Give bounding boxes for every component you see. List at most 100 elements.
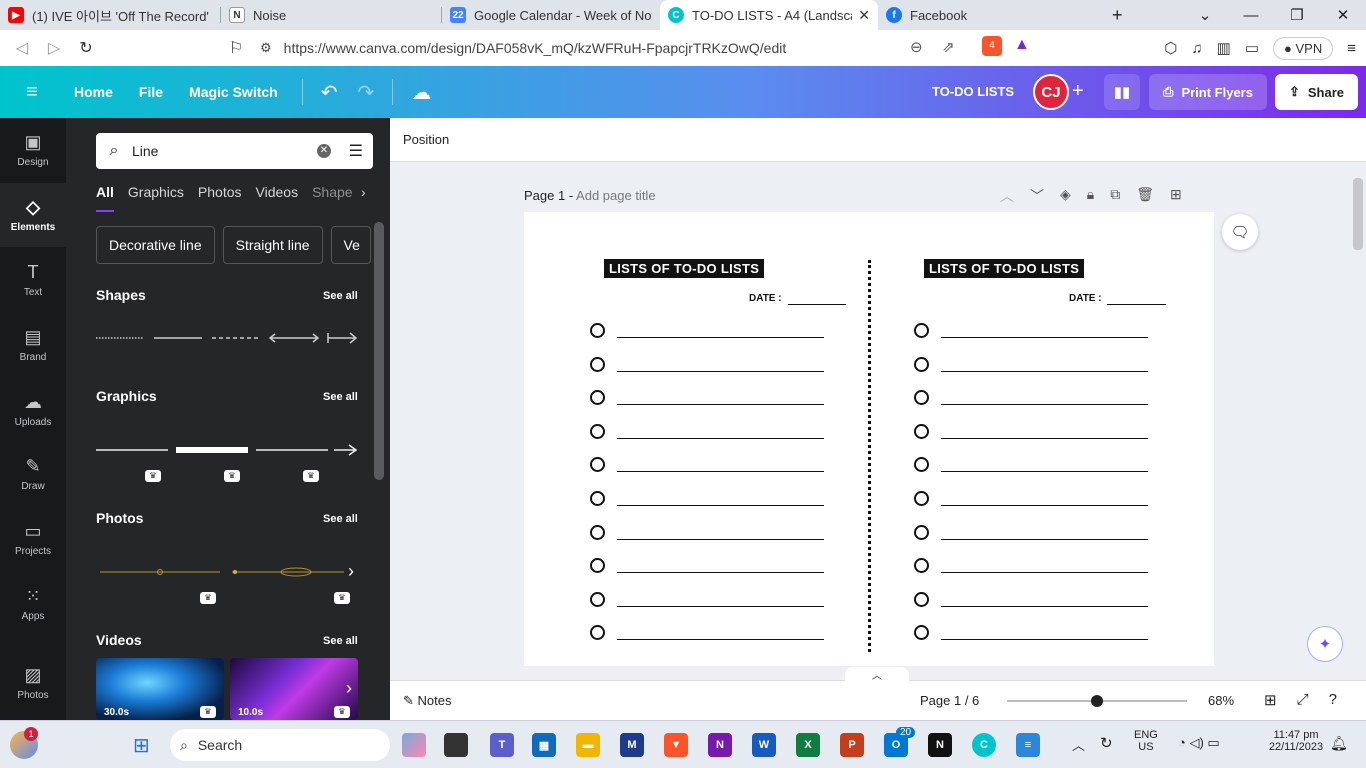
zoom-slider[interactable] <box>1007 695 1187 707</box>
forward-icon[interactable]: ▷ <box>38 38 70 58</box>
date-line-left[interactable] <box>788 304 846 305</box>
shapes-see-all[interactable]: See all <box>323 290 358 302</box>
checkbox-circle[interactable] <box>914 356 929 372</box>
notes-button[interactable]: ✎ Notes <box>403 693 452 709</box>
tab-canva-todo[interactable]: C TO-DO LISTS - A4 (Landscape ✕ <box>660 0 878 30</box>
site-info-icon[interactable]: ⚙ <box>260 40 272 56</box>
checkbox-circle[interactable] <box>590 558 605 574</box>
tab-videos[interactable]: Videos <box>256 184 299 214</box>
brave-shield-icon[interactable]: 4 <box>982 36 1002 56</box>
media-icon[interactable]: ♫ <box>1191 40 1202 57</box>
task-view-icon[interactable] <box>444 733 468 757</box>
ornamental-line-photo-1[interactable] <box>100 569 220 575</box>
graphic-arrow-line[interactable] <box>334 444 358 456</box>
date-label-left[interactable]: DATE : <box>749 293 782 304</box>
checkbox-circle[interactable] <box>914 457 929 473</box>
task-line[interactable] <box>617 337 824 338</box>
task-line[interactable] <box>617 471 824 473</box>
hide-page-icon[interactable]: ◈ <box>1060 186 1071 206</box>
language-indicator[interactable]: ENG US <box>1134 729 1158 753</box>
canva-taskbar-icon[interactable]: C <box>972 733 996 757</box>
list-heading-left[interactable]: LISTS OF TO-DO LISTS <box>604 259 765 278</box>
move-page-up-icon[interactable]: ︿ <box>1000 186 1014 206</box>
search-input[interactable]: Line <box>132 143 158 159</box>
checkbox-circle[interactable] <box>590 591 605 607</box>
task-line[interactable] <box>941 639 1148 641</box>
sync-icon[interactable]: ↻ <box>1100 734 1113 752</box>
page-count[interactable]: Page 1 / 6 <box>920 693 979 708</box>
elements-search[interactable]: ⌕ Line ✕ ☰ <box>96 133 373 169</box>
wallet-icon[interactable]: ▭ <box>1245 39 1259 57</box>
double-arrow-line-shape[interactable] <box>268 333 320 343</box>
restore-icon[interactable]: ❐ <box>1274 6 1320 24</box>
arrow-line-shape[interactable] <box>327 332 358 344</box>
help-icon[interactable]: ? <box>1329 691 1337 709</box>
onenote-icon[interactable]: N <box>708 733 732 757</box>
delete-page-icon[interactable]: 🗑︎ <box>1136 186 1154 206</box>
excel-icon[interactable]: X <box>796 733 820 757</box>
rail-photos[interactable]: ▨ Photos <box>0 651 66 715</box>
chip-decorative-line[interactable]: Decorative line <box>96 226 215 264</box>
zoom-slider-knob[interactable] <box>1091 695 1103 707</box>
chip-straight-line[interactable]: Straight line <box>222 226 323 264</box>
menu-icon[interactable]: ≡ <box>1347 40 1356 57</box>
task-line[interactable] <box>941 370 1148 372</box>
video-thumbnail-1[interactable]: 30.0s ♛ <box>96 658 224 720</box>
task-line[interactable] <box>941 437 1148 439</box>
checkbox-circle[interactable] <box>590 491 605 506</box>
bookmark-icon[interactable]: ⚐ <box>220 38 252 58</box>
extensions-icon[interactable]: ⬡ <box>1164 39 1177 57</box>
tab-photos[interactable]: Photos <box>198 184 242 214</box>
notification-bell-icon[interactable]: 🔔︎ <box>1330 735 1348 752</box>
photos-next-icon[interactable]: › <box>348 561 354 582</box>
magic-assistant-button[interactable]: ✦ <box>1307 626 1343 662</box>
list-heading-right[interactable]: LISTS OF TO-DO LISTS <box>924 259 1085 278</box>
rail-uploads[interactable]: ☁ Uploads <box>0 378 66 442</box>
clear-search-icon[interactable]: ✕ <box>317 144 331 158</box>
store-icon[interactable]: ▦ <box>532 733 556 757</box>
position-button[interactable]: Position <box>403 132 449 147</box>
print-flyers-button[interactable]: ⎙ Print Flyers <box>1149 74 1267 110</box>
tab-facebook[interactable]: f Facebook <box>878 0 1098 30</box>
windows-start-icon[interactable]: ⊞ <box>133 733 150 758</box>
task-line[interactable] <box>941 605 1148 607</box>
close-window-icon[interactable]: ✕ <box>1320 6 1366 24</box>
brave-icon[interactable]: ▼ <box>664 733 688 757</box>
rail-draw[interactable]: ✎ Draw <box>0 442 66 506</box>
tab-noise[interactable]: N Noise <box>221 0 441 30</box>
file-menu-button[interactable]: File <box>129 84 173 100</box>
grid-view-icon[interactable]: ⊞ <box>1264 691 1277 709</box>
chip-vertical-line[interactable]: Ve <box>330 226 371 264</box>
file-explorer-icon[interactable]: ▬ <box>576 733 600 757</box>
checkbox-circle[interactable] <box>590 390 605 406</box>
taskbar-search[interactable]: ⌕ Search <box>170 729 390 761</box>
video-thumbnail-2[interactable]: 10.0s ♛ › <box>230 658 358 720</box>
tab-graphics[interactable]: Graphics <box>128 184 184 214</box>
task-line[interactable] <box>617 538 824 540</box>
dotted-divider[interactable] <box>868 260 871 652</box>
checkbox-circle[interactable] <box>914 558 929 574</box>
add-page-title[interactable]: Add page title <box>576 188 656 203</box>
close-tab-icon[interactable]: ✕ <box>858 7 870 24</box>
reload-icon[interactable]: ↻ <box>70 38 102 58</box>
tray-overflow-icon[interactable]: ︿ <box>1072 735 1085 754</box>
rail-brand[interactable]: ▤ Brand <box>0 313 66 377</box>
checkbox-circle[interactable] <box>590 323 605 338</box>
app-icon[interactable]: M <box>620 733 644 757</box>
copilot-icon[interactable] <box>402 733 426 757</box>
task-line[interactable] <box>617 404 824 406</box>
checkbox-circle[interactable] <box>590 356 605 372</box>
checkbox-circle[interactable] <box>914 491 929 506</box>
share-page-icon[interactable]: ⇗ <box>942 38 955 56</box>
notion-taskbar-icon[interactable]: N <box>928 733 952 757</box>
move-page-down-icon[interactable]: ﹀ <box>1030 186 1044 206</box>
fullscreen-icon[interactable]: ⤢ <box>1297 691 1309 709</box>
panel-scrollbar[interactable] <box>372 118 386 720</box>
rail-text[interactable]: T Text <box>0 248 66 312</box>
videos-next-icon[interactable]: › <box>346 678 352 699</box>
show-pages-icon[interactable]: ︿ <box>845 667 909 682</box>
task-line[interactable] <box>617 505 824 506</box>
lock-page-icon[interactable]: 🔒︎ <box>1087 186 1094 206</box>
back-icon[interactable]: ◁ <box>6 38 38 58</box>
new-tab-icon[interactable]: + <box>1112 5 1123 26</box>
